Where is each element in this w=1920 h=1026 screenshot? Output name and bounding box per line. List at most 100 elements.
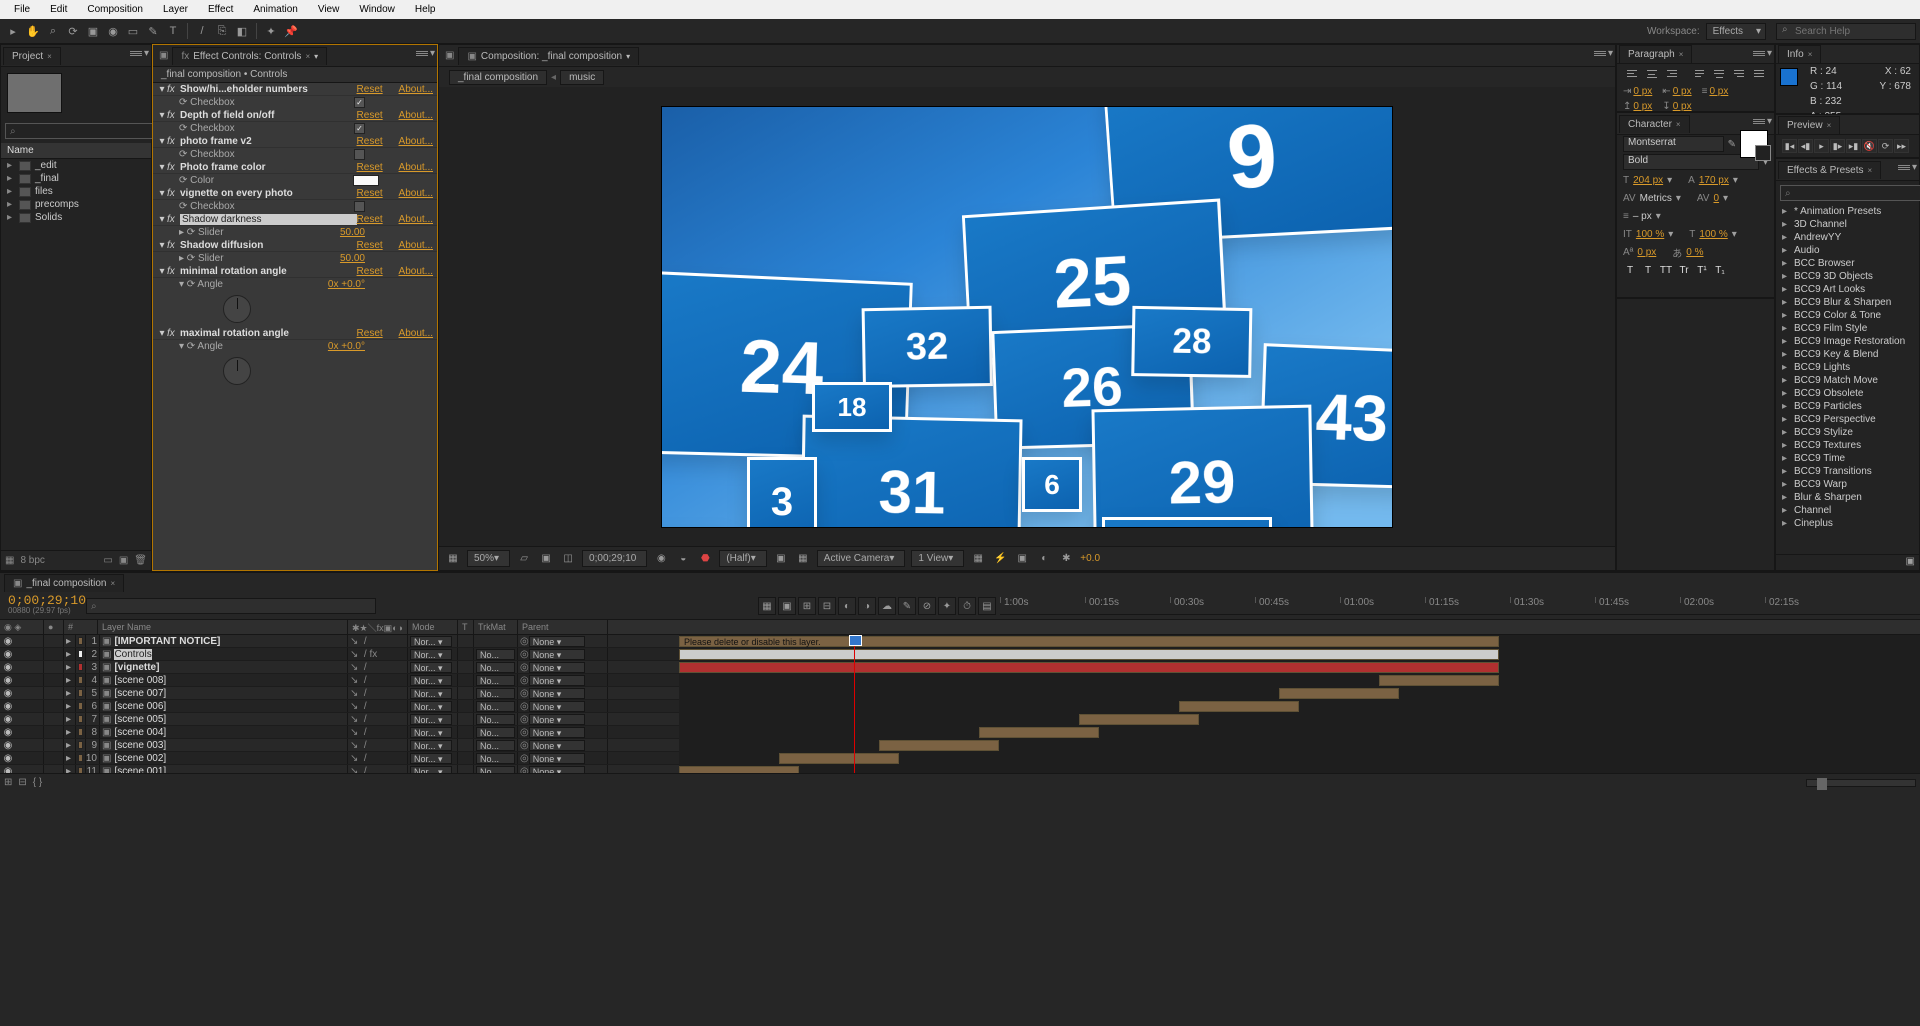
layer-row[interactable]: ◉ ▸ 6 ▣[scene 006] ↘ / Nor... ▾ No... ▾ …: [0, 700, 679, 713]
pickwhip-icon[interactable]: ◎: [520, 753, 529, 764]
effect-preset-folder[interactable]: ▸BCC9 Transitions: [1776, 465, 1919, 478]
effect-param[interactable]: ▸ ⟳ Slider50.00: [153, 226, 437, 239]
eraser-tool-icon[interactable]: ◧: [233, 22, 251, 40]
align-right-icon[interactable]: [1663, 66, 1681, 82]
pickwhip-icon[interactable]: ◎: [520, 714, 529, 725]
space-after[interactable]: 0 px: [1673, 101, 1692, 112]
clone-tool-icon[interactable]: ⎘: [213, 22, 231, 40]
angle-dial[interactable]: [223, 295, 251, 323]
indent-left[interactable]: 0 px: [1633, 86, 1652, 97]
parent-select[interactable]: None ▾: [529, 714, 585, 725]
effect-param[interactable]: ⟳ Checkbox✓: [153, 96, 437, 109]
mute-icon[interactable]: 🔇: [1862, 139, 1877, 153]
exposure-value[interactable]: +0.0: [1080, 553, 1100, 564]
text-style-button[interactable]: TT: [1659, 265, 1673, 276]
justify-center-icon[interactable]: [1710, 66, 1728, 82]
timeline-tab[interactable]: ▣ _final composition ×: [4, 574, 124, 592]
effects-presets-tab[interactable]: Effects & Presets×: [1778, 161, 1881, 179]
reset-link[interactable]: Reset: [357, 214, 399, 225]
trkmat-select[interactable]: No... ▾: [476, 714, 515, 725]
comp-subtab[interactable]: _final composition: [449, 70, 547, 85]
trash-icon[interactable]: 🗑: [134, 555, 147, 566]
timeline-tracks[interactable]: Please delete or disable this layer.: [679, 635, 1920, 773]
tl-icon[interactable]: ⊘: [918, 597, 936, 615]
tl-icon[interactable]: ⊟: [818, 597, 836, 615]
last-frame-icon[interactable]: ▸▮: [1846, 139, 1861, 153]
grid-icon[interactable]: ▦: [445, 553, 461, 564]
effect-preset-folder[interactable]: ▸Channel: [1776, 504, 1919, 517]
paragraph-align-row[interactable]: [1617, 64, 1774, 84]
visibility-icon[interactable]: ◉: [2, 636, 14, 647]
reset-link[interactable]: Reset: [357, 266, 399, 277]
dpr-icon[interactable]: ▱: [516, 553, 532, 564]
preview-controls[interactable]: ▮◂ ◂▮ ▸ ▮▸ ▸▮ 🔇 ⟳ ▸▸: [1776, 135, 1919, 157]
roi-icon[interactable]: ▣: [773, 553, 789, 564]
layer-bar[interactable]: [1279, 688, 1399, 699]
visibility-icon[interactable]: ◉: [2, 753, 14, 764]
tl-icon[interactable]: ▣: [778, 597, 796, 615]
font-style-select[interactable]: Bold: [1623, 154, 1759, 170]
pickwhip-icon[interactable]: ◎: [520, 636, 529, 647]
stroke-width[interactable]: – px: [1633, 211, 1652, 222]
effect-preset-folder[interactable]: ▸BCC9 Particles: [1776, 400, 1919, 413]
layer-row[interactable]: ◉ ▸ 5 ▣[scene 007] ↘ / Nor... ▾ No... ▾ …: [0, 687, 679, 700]
menu-window[interactable]: Window: [351, 2, 403, 17]
composition-tab[interactable]: ▣Composition: _final composition▾: [458, 47, 639, 65]
effect-preset-folder[interactable]: ▸BCC9 Time: [1776, 452, 1919, 465]
effect-row[interactable]: ▾fxminimal rotation angleResetAbout...: [153, 265, 437, 278]
effect-param[interactable]: ▾ ⟳ Angle0x +0.0°: [153, 278, 437, 291]
pan-behind-tool-icon[interactable]: ◉: [104, 22, 122, 40]
show-snap-icon[interactable]: ◒: [675, 553, 691, 564]
effect-preset-folder[interactable]: ▸BCC9 Blur & Sharpen: [1776, 296, 1919, 309]
vscale[interactable]: 100 %: [1636, 229, 1664, 240]
tl-icon[interactable]: ☁: [878, 597, 896, 615]
effect-row[interactable]: ▾fxShow/hi...eholder numbersResetAbout..…: [153, 83, 437, 96]
tl-icon[interactable]: ✦: [938, 597, 956, 615]
visibility-icon[interactable]: ◉: [2, 662, 14, 673]
leading[interactable]: 170 px: [1699, 175, 1729, 186]
comp-mini-icon[interactable]: ▣: [445, 50, 454, 61]
parent-select[interactable]: None ▾: [529, 753, 585, 764]
layer-row[interactable]: ◉ ▸ 2 ▣Controls ↘ / fx Nor... ▾ No... ▾ …: [0, 648, 679, 661]
parent-select[interactable]: None ▾: [529, 675, 585, 686]
pickwhip-icon[interactable]: ◎: [520, 675, 529, 686]
panel-menu-icon[interactable]: ▾: [1898, 162, 1917, 173]
effect-preset-folder[interactable]: ▸BCC9 Match Move: [1776, 374, 1919, 387]
layer-bar[interactable]: [679, 662, 1499, 673]
effect-controls-tab[interactable]: fxEffect Controls: Controls×▾: [172, 47, 327, 65]
pickwhip-icon[interactable]: ◎: [520, 740, 529, 751]
about-link[interactable]: About...: [399, 110, 433, 121]
roto-tool-icon[interactable]: ✦: [262, 22, 280, 40]
trkmat-select[interactable]: No... ▾: [476, 675, 515, 686]
pickwhip-icon[interactable]: ◎: [520, 766, 529, 774]
layer-row[interactable]: ◉ ▸ 8 ▣[scene 004] ↘ / Nor... ▾ No... ▾ …: [0, 726, 679, 739]
parent-select[interactable]: None ▾: [529, 636, 585, 647]
layer-list[interactable]: ◉ ▸ 1 ▣[IMPORTANT NOTICE] ↘ / Nor... ▾ ◎…: [0, 635, 679, 773]
effect-param[interactable]: ⟳ Color: [153, 174, 437, 187]
layer-bar[interactable]: [679, 649, 1499, 660]
pixel-icon[interactable]: ▦: [970, 553, 986, 564]
blend-mode-select[interactable]: Nor... ▾: [410, 766, 452, 774]
effect-row[interactable]: ▾fxPhoto frame colorResetAbout...: [153, 161, 437, 174]
effect-row[interactable]: ▾fxmaximal rotation angleResetAbout...: [153, 327, 437, 340]
angle-dial[interactable]: [223, 357, 251, 385]
effect-row[interactable]: ▾fxDepth of field on/offResetAbout...: [153, 109, 437, 122]
menu-file[interactable]: File: [6, 2, 38, 17]
project-tab[interactable]: Project×: [3, 47, 61, 65]
tsume[interactable]: 0 %: [1686, 247, 1703, 258]
menu-composition[interactable]: Composition: [79, 2, 151, 17]
reset-link[interactable]: Reset: [357, 110, 399, 121]
effect-param[interactable]: ⟳ Checkbox: [153, 148, 437, 161]
interpret-icon[interactable]: ▦: [5, 555, 14, 566]
timeline-column-headers[interactable]: ◉ ◈ ● # Layer Name ✱★＼fx▣◐◑ Mode T TrkMa…: [0, 619, 1920, 635]
project-col-name[interactable]: Name: [1, 143, 151, 159]
space-before[interactable]: 0 px: [1633, 101, 1652, 112]
about-link[interactable]: About...: [399, 188, 433, 199]
blend-mode-select[interactable]: Nor... ▾: [410, 662, 452, 673]
visibility-icon[interactable]: ◉: [2, 649, 14, 660]
effect-preset-folder[interactable]: ▸BCC9 Textures: [1776, 439, 1919, 452]
about-link[interactable]: About...: [399, 240, 433, 251]
layer-row[interactable]: ◉ ▸ 1 ▣[IMPORTANT NOTICE] ↘ / Nor... ▾ ◎…: [0, 635, 679, 648]
loop-icon[interactable]: ⟳: [1878, 139, 1893, 153]
visibility-icon[interactable]: ◉: [2, 688, 14, 699]
